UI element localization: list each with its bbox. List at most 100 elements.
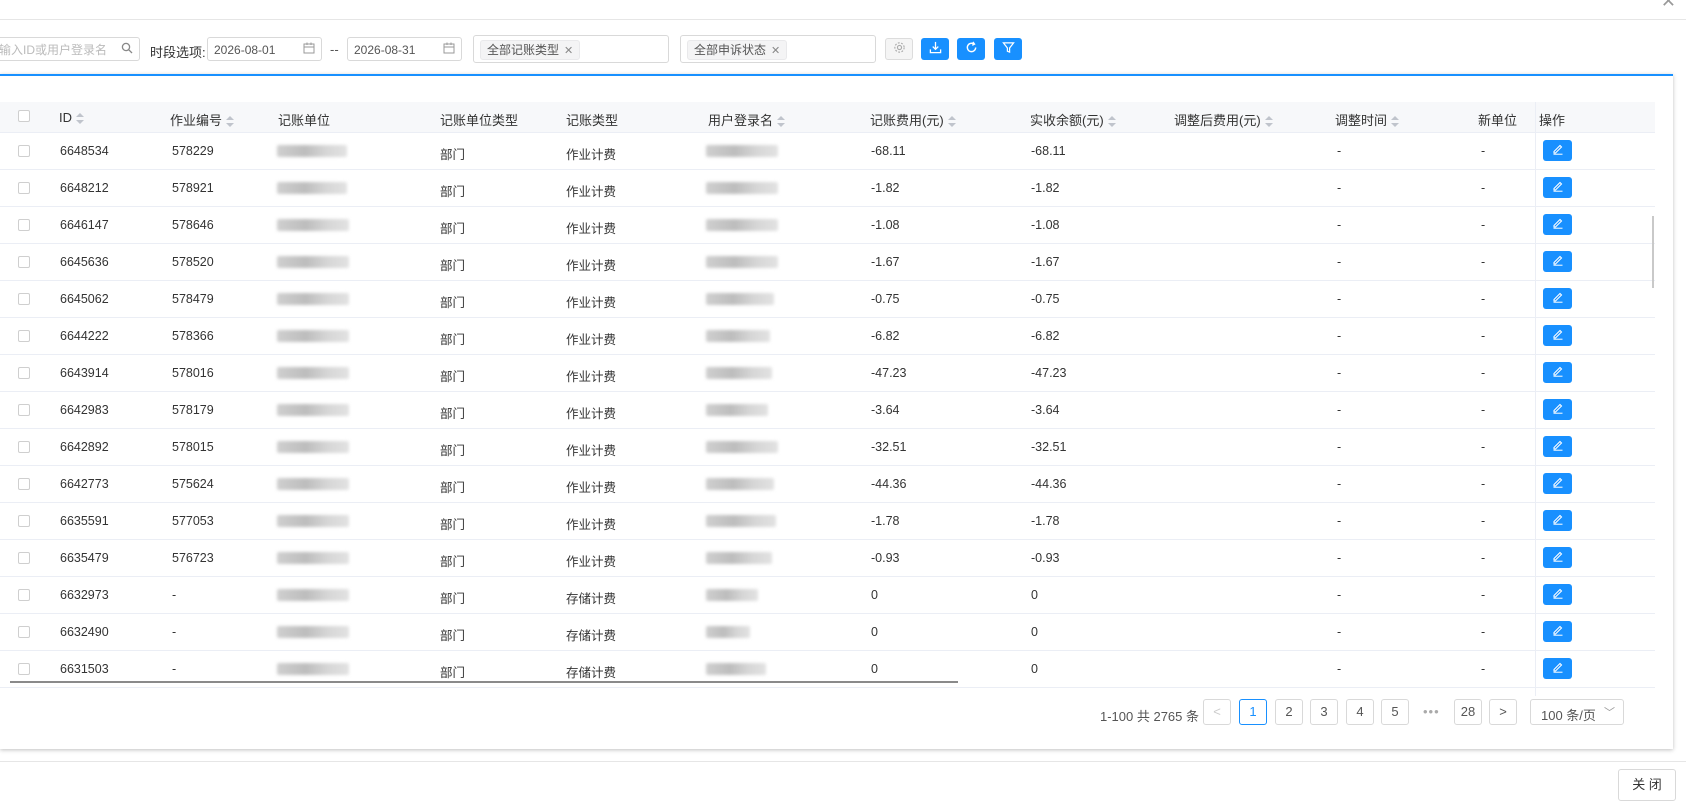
row-checkbox[interactable] bbox=[18, 404, 30, 416]
cell-new-unit: - bbox=[1481, 551, 1486, 565]
col-job-header[interactable]: 作业编号 bbox=[170, 110, 235, 129]
download-button[interactable] bbox=[921, 38, 949, 60]
cell-job-number: 578479 bbox=[172, 292, 214, 306]
cell-billing-type: 作业计费 bbox=[566, 185, 617, 199]
col-balance-header[interactable]: 实收余额(元) bbox=[1030, 110, 1116, 129]
row-checkbox[interactable] bbox=[18, 478, 30, 490]
date-range-separator: -- bbox=[330, 42, 339, 57]
redacted-login bbox=[706, 589, 758, 601]
col-fee-header[interactable]: 记账费用(元) bbox=[870, 110, 956, 129]
end-date-picker[interactable]: 2026-08-31 bbox=[347, 37, 462, 61]
row-checkbox[interactable] bbox=[18, 441, 30, 453]
edit-button[interactable] bbox=[1543, 362, 1572, 383]
search-input[interactable] bbox=[0, 39, 119, 61]
edit-button[interactable] bbox=[1543, 288, 1572, 309]
page-size-select[interactable]: 100 条/页 ﹀ bbox=[1530, 699, 1624, 725]
sort-icon[interactable] bbox=[1107, 115, 1116, 128]
row-checkbox[interactable] bbox=[18, 515, 30, 527]
cell-unit-type: 部门 bbox=[440, 296, 466, 310]
row-checkbox[interactable] bbox=[18, 256, 30, 268]
edit-button[interactable] bbox=[1543, 510, 1572, 531]
cell-fee: -1.67 bbox=[871, 255, 900, 269]
edit-button[interactable] bbox=[1543, 658, 1572, 679]
row-checkbox[interactable] bbox=[18, 145, 30, 157]
refresh-button[interactable] bbox=[957, 38, 985, 60]
vertical-scrollbar[interactable] bbox=[1652, 216, 1654, 288]
row-checkbox[interactable] bbox=[18, 663, 30, 675]
redacted-unit bbox=[277, 478, 349, 490]
download-icon bbox=[929, 41, 942, 57]
page-1-button[interactable]: 1 bbox=[1239, 699, 1267, 725]
cell-new-unit: - bbox=[1481, 144, 1486, 158]
col-adjust-time-header[interactable]: 调整时间 bbox=[1335, 110, 1400, 129]
prev-page-button[interactable]: < bbox=[1203, 699, 1231, 725]
row-checkbox[interactable] bbox=[18, 367, 30, 379]
appeal-status-select[interactable]: 全部申诉状态 ✕ bbox=[680, 35, 876, 63]
row-checkbox[interactable] bbox=[18, 330, 30, 342]
cell-adjust-time: - bbox=[1337, 625, 1342, 639]
pagination-total: 1-100 共 2765 条 bbox=[1100, 709, 1200, 724]
redacted-unit bbox=[277, 626, 349, 638]
cell-id: 6631503 bbox=[60, 662, 109, 676]
edit-button[interactable] bbox=[1543, 399, 1572, 420]
tag-close-icon[interactable]: ✕ bbox=[564, 45, 573, 57]
search-icon[interactable] bbox=[121, 42, 133, 57]
settings-button[interactable] bbox=[885, 38, 913, 60]
cell-new-unit: - bbox=[1481, 366, 1486, 380]
col-id-header[interactable]: ID bbox=[59, 110, 84, 125]
page-5-button[interactable]: 5 bbox=[1381, 699, 1409, 725]
cell-unit-type: 部门 bbox=[440, 259, 466, 273]
close-button[interactable]: 关 闭 bbox=[1618, 769, 1676, 801]
col-login-header[interactable]: 用户登录名 bbox=[708, 110, 786, 129]
sort-icon[interactable] bbox=[1391, 115, 1400, 128]
col-balance-label: 实收余额(元) bbox=[1030, 113, 1104, 128]
sort-icon[interactable] bbox=[777, 115, 786, 128]
table-row: 6632490 - 部门 存储计费 0 0 - - bbox=[0, 614, 1655, 651]
cell-billing-type: 存储计费 bbox=[566, 629, 617, 643]
row-checkbox[interactable] bbox=[18, 219, 30, 231]
edit-button[interactable] bbox=[1543, 325, 1572, 346]
edit-button[interactable] bbox=[1543, 140, 1572, 161]
edit-button[interactable] bbox=[1543, 584, 1572, 605]
start-date-value: 2026-08-01 bbox=[214, 43, 276, 57]
edit-button[interactable] bbox=[1543, 547, 1572, 568]
dialog-close-icon[interactable]: ✕ bbox=[1661, 0, 1676, 12]
sort-icon[interactable] bbox=[947, 115, 956, 128]
page-2-button[interactable]: 2 bbox=[1275, 699, 1303, 725]
row-checkbox[interactable] bbox=[18, 626, 30, 638]
redacted-unit bbox=[277, 367, 349, 379]
page-3-button[interactable]: 3 bbox=[1310, 699, 1338, 725]
start-date-picker[interactable]: 2026-08-01 bbox=[207, 37, 322, 61]
row-checkbox[interactable] bbox=[18, 552, 30, 564]
row-checkbox[interactable] bbox=[18, 182, 30, 194]
horizontal-scrollbar[interactable] bbox=[10, 681, 958, 683]
redacted-login bbox=[706, 441, 778, 453]
filter-button[interactable] bbox=[994, 38, 1022, 60]
cell-fee: -1.82 bbox=[871, 181, 900, 195]
row-checkbox[interactable] bbox=[18, 589, 30, 601]
next-page-button[interactable]: > bbox=[1489, 699, 1517, 725]
tag-close-icon[interactable]: ✕ bbox=[771, 45, 780, 57]
sort-icon[interactable] bbox=[1264, 115, 1273, 128]
edit-button[interactable] bbox=[1543, 436, 1572, 457]
col-adjusted-fee-header[interactable]: 调整后费用(元) bbox=[1174, 110, 1273, 129]
edit-button[interactable] bbox=[1543, 473, 1572, 494]
redacted-unit bbox=[277, 330, 349, 342]
table-row: 6643914 578016 部门 作业计费 -47.23 -47.23 - - bbox=[0, 355, 1655, 392]
sort-icon[interactable] bbox=[76, 112, 84, 125]
page-4-button[interactable]: 4 bbox=[1346, 699, 1374, 725]
row-checkbox[interactable] bbox=[18, 293, 30, 305]
cell-billing-type: 作业计费 bbox=[566, 444, 617, 458]
edit-button[interactable] bbox=[1543, 251, 1572, 272]
cell-id: 6632973 bbox=[60, 588, 109, 602]
calendar-icon bbox=[303, 42, 315, 57]
edit-button[interactable] bbox=[1543, 214, 1572, 235]
edit-button[interactable] bbox=[1543, 621, 1572, 642]
cell-id: 6635591 bbox=[60, 514, 109, 528]
billing-type-select[interactable]: 全部记账类型 ✕ bbox=[473, 35, 669, 63]
sort-icon[interactable] bbox=[226, 115, 235, 128]
last-page-button[interactable]: 28 bbox=[1454, 699, 1482, 725]
page-ellipsis[interactable]: ••• bbox=[1423, 704, 1440, 719]
select-all-checkbox[interactable] bbox=[18, 110, 30, 122]
edit-button[interactable] bbox=[1543, 177, 1572, 198]
